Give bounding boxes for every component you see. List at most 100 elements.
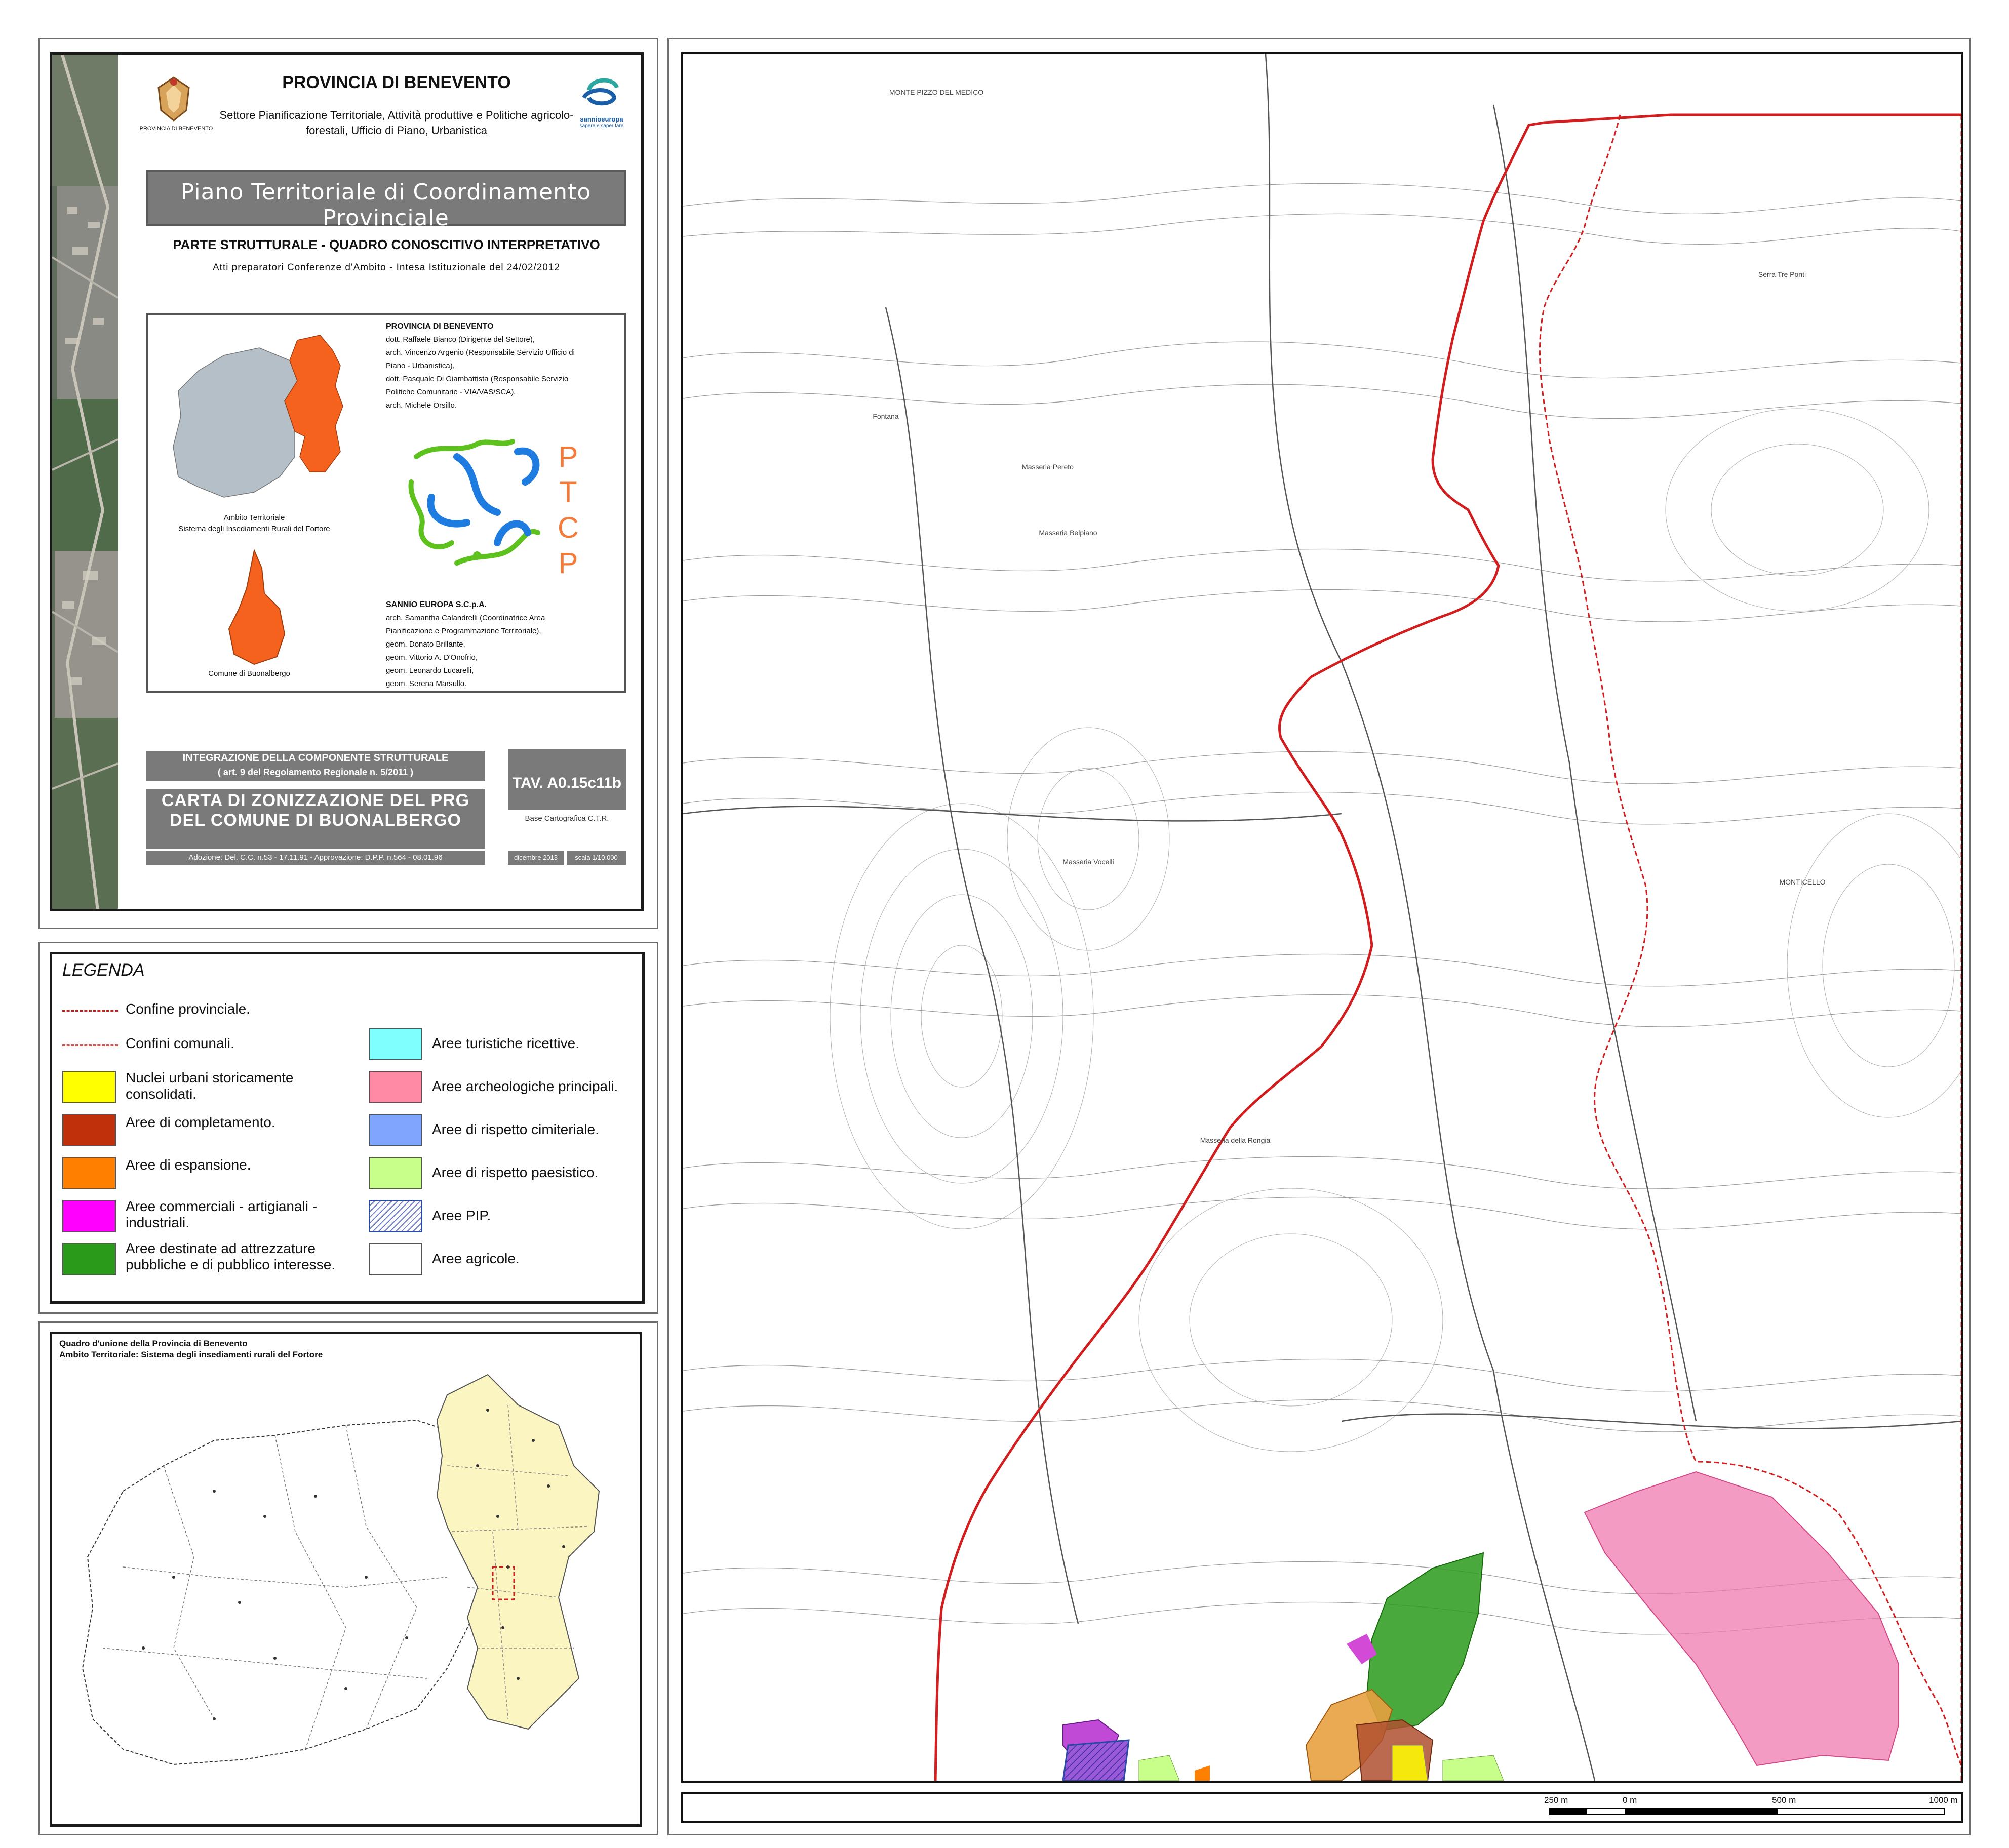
scale-label-0: 0 m: [1623, 1795, 1637, 1805]
credits-line: geom. Vittorio A. D'Onofrio,: [386, 653, 478, 662]
credits-line: dott. Raffaele Bianco (Dirigente del Set…: [386, 335, 535, 344]
ambito-territoriale-map: [173, 335, 343, 498]
legend-swatch-landscape: [369, 1157, 422, 1189]
section-title: PARTE STRUTTURALE - QUADRO CONOSCITIVO I…: [173, 237, 600, 252]
zoning-map-canvas: MONTE PIZZO DEL MEDICO Fontana Masseria …: [683, 54, 1961, 1781]
map-title-box: CARTA DI ZONIZZAZIONE DEL PRG DEL COMUNE…: [146, 789, 485, 849]
sector-description: Settore Pianificazione Territoriale, Att…: [219, 109, 574, 137]
emblem-caption: PROVINCIA DI BENEVENTO: [139, 126, 213, 132]
overview-title: Quadro d'unione della Provincia di Benev…: [59, 1338, 323, 1360]
info-box: Ambito Territoriale Sistema degli Insedi…: [146, 313, 626, 693]
credits-province: PROVINCIA DI BENEVENTO dott. Raffaele Bi…: [386, 320, 575, 412]
legend-label: Confini comunali.: [126, 1035, 234, 1051]
province-emblem-icon: [157, 76, 190, 122]
aerial-photo-strip: [52, 55, 118, 909]
zoning-map[interactable]: MONTE PIZZO DEL MEDICO Fontana Masseria …: [681, 52, 1963, 1783]
integration-line1: INTEGRAZIONE DELLA COMPONENTE STRUTTURAL…: [182, 752, 449, 764]
credits-line: Politiche Comunitarie - VIA/VAS/SCA),: [386, 388, 516, 396]
adoption-note: Adozione: Del. C.C. n.53 - 17.11.91 - Ap…: [146, 851, 485, 865]
legend-line-municipal: [62, 1044, 118, 1046]
ptcp-letter-p1: P: [559, 440, 578, 473]
aerial-photo: [52, 55, 118, 909]
sannio-logo-name: sannioeuropa: [580, 115, 623, 123]
scale-bar-box: 250 m 0 m 500 m 1000 m: [681, 1792, 1963, 1823]
legend-swatch-commercial: [62, 1200, 116, 1232]
legend-swatch-tourism: [369, 1028, 422, 1060]
place-name: MONTE PIZZO DEL MEDICO: [889, 88, 983, 96]
legend: LEGENDA Confine provinciale. Confini com…: [50, 952, 645, 1304]
ambito-caption: Ambito Territoriale Sistema degli Insedi…: [168, 512, 340, 535]
overview-title-line2: Ambito Territoriale: Sistema degli insed…: [59, 1350, 323, 1359]
credits-line: Pianificazione e Programmazione Territor…: [386, 627, 541, 635]
place-name: Fontana: [873, 412, 899, 420]
comune-buonalbergo-shape: [228, 548, 286, 665]
legend-label: Nuclei urbani storicamente consolidati.: [126, 1070, 294, 1102]
historic-core: [1392, 1745, 1428, 1781]
overview-map: Quadro d'unione della Provincia di Benev…: [50, 1332, 642, 1827]
sannio-europa-logo-text: sannioeuropa sapere e saper fare: [564, 115, 640, 129]
plan-name: Piano Territoriale di Coordinamento Prov…: [180, 179, 592, 231]
place-name: Masseria Pereto: [1022, 463, 1074, 471]
credits-line: Piano - Urbanistica),: [386, 361, 455, 370]
legend-line-provincial: [62, 1010, 118, 1012]
credits-line: geom. Leonardo Lucarelli,: [386, 666, 474, 675]
legend-swatch-completion: [62, 1114, 116, 1146]
ambito-caption-line2: Sistema degli Insediamenti Rurali del Fo…: [178, 525, 330, 533]
legend-swatch-archaeology: [369, 1071, 422, 1103]
credits-sannio-heading: SANNIO EUROPA S.C.p.A.: [386, 600, 487, 609]
credits-province-heading: PROVINCIA DI BENEVENTO: [386, 322, 494, 331]
legend-label: Aree agricole.: [432, 1251, 520, 1266]
legend-swatch-pip: [369, 1200, 422, 1232]
legend-swatch-public: [62, 1243, 116, 1275]
province-title: PROVINCIA DI BENEVENTO: [282, 73, 511, 92]
credits-sannio: SANNIO EUROPA S.C.p.A. arch. Samantha Ca…: [386, 598, 545, 691]
legend-label: Aree archeologiche principali.: [432, 1078, 618, 1094]
ambito-caption-line1: Ambito Territoriale: [223, 513, 285, 522]
ptcp-logo: P T C P: [408, 439, 579, 578]
credits-line: dott. Pasquale Di Giambattista (Responsa…: [386, 375, 569, 383]
sannio-europa-logo-icon: [582, 78, 619, 106]
scale-label: scala 1/10.000: [567, 851, 626, 865]
date-label: dicembre 2013: [508, 851, 564, 865]
place-name: Masseria della Rongia: [1200, 1136, 1271, 1144]
tav-box: TAV. A0.15c11b: [508, 749, 626, 810]
legend-label: Confine provinciale.: [126, 1001, 250, 1017]
ptcp-letter-c: C: [558, 511, 579, 544]
plan-name-band: Piano Territoriale di Coordinamento Prov…: [146, 170, 626, 231]
credits-line: arch. Samantha Calandrelli (Coordinatric…: [386, 614, 545, 622]
scale-label-500: 500 m: [1772, 1795, 1796, 1805]
integration-box: INTEGRAZIONE DELLA COMPONENTE STRUTTURAL…: [146, 751, 485, 781]
legend-label: Aree di espansione.: [126, 1157, 251, 1173]
map-title-line1: CARTA DI ZONIZZAZIONE DEL PRG: [161, 791, 470, 810]
pip-area: [1062, 1739, 1130, 1781]
legend-label: Aree PIP.: [432, 1208, 491, 1223]
legend-label: Aree turistiche ricettive.: [432, 1035, 579, 1051]
credits-line: geom. Donato Brillante,: [386, 640, 465, 649]
ptcp-letter-t: T: [559, 476, 577, 509]
base-map-note: Base Cartografica C.T.R.: [525, 814, 609, 823]
legend-title: LEGENDA: [62, 960, 145, 980]
legend-swatch-agricultural: [369, 1243, 422, 1275]
title-block: PROVINCIA DI BENEVENTO PROVINCIA DI BENE…: [50, 52, 644, 911]
legend-label: Aree di rispetto cimiteriale.: [432, 1121, 599, 1137]
scale-bar: [1549, 1808, 1945, 1815]
legend-swatch-expansion: [62, 1157, 116, 1189]
legend-label: Aree di rispetto paesistico.: [432, 1164, 599, 1180]
legend-swatch-historic: [62, 1071, 116, 1103]
place-name: Serra Tre Ponti: [1758, 270, 1806, 278]
place-name: Masseria Vocelli: [1062, 858, 1114, 866]
legend-label: Aree destinate ad attrezzature pubbliche…: [126, 1240, 336, 1272]
legend-label: Aree di completamento.: [126, 1114, 275, 1130]
credits-line: geom. Serena Marsullo.: [386, 679, 467, 688]
sannio-logo-motto: sapere e saper fare: [579, 123, 624, 129]
overview-title-line1: Quadro d'unione della Provincia di Benev…: [59, 1339, 248, 1348]
scale-label-250: 250 m: [1544, 1795, 1568, 1805]
comune-caption: Comune di Buonalbergo: [208, 669, 290, 678]
scale-label-1000: 1000 m: [1929, 1795, 1958, 1805]
place-name: Masseria Belpiano: [1039, 529, 1097, 537]
place-name: MONTICELLO: [1779, 878, 1825, 886]
credits-line: arch. Michele Orsillo.: [386, 401, 457, 410]
map-title-line2: DEL COMUNE DI BUONALBERGO: [170, 811, 461, 830]
credits-line: arch. Vincenzo Argenio (Responsabile Ser…: [386, 348, 575, 357]
tav-code: TAV. A0.15c11b: [512, 775, 622, 791]
